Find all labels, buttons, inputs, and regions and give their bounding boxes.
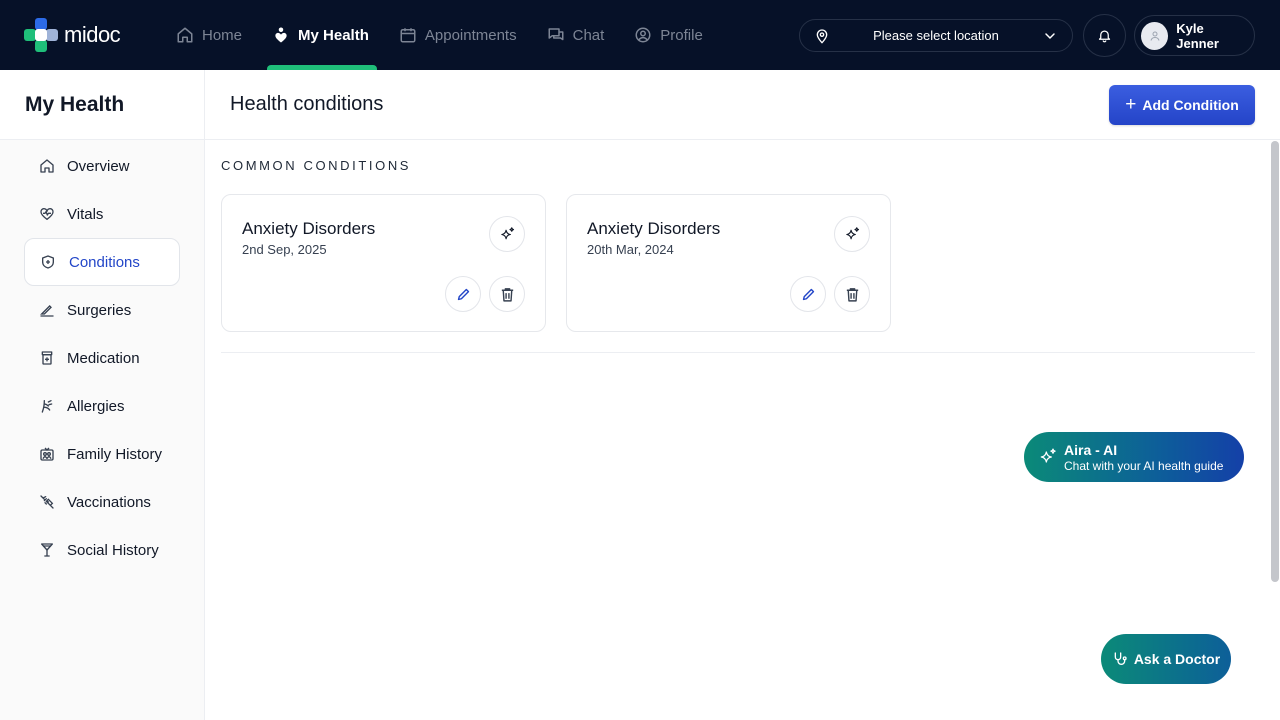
condition-card[interactable]: Anxiety Disorders 2nd Sep, 2025	[221, 194, 546, 332]
ask-doctor-label: Ask a Doctor	[1133, 651, 1221, 667]
pill-bottle-icon	[41, 351, 53, 365]
user-menu[interactable]: Kyle Jenner	[1134, 15, 1255, 56]
sparkles-icon	[500, 226, 514, 239]
nav-profile[interactable]: Profile	[634, 0, 703, 70]
sidebar-item-family-history[interactable]: Family History	[24, 430, 180, 478]
nav-appointments-label: Appointments	[424, 26, 517, 44]
chat-icon	[548, 28, 564, 41]
pencil-icon	[802, 288, 814, 300]
family-icon	[40, 447, 54, 461]
sidebar-item-allergies[interactable]: Allergies	[24, 382, 180, 430]
nav-home-label: Home	[202, 26, 243, 44]
sparkles-icon	[1040, 448, 1056, 463]
divider	[221, 352, 1255, 353]
sidebar-item-label: Family History	[67, 445, 163, 463]
logo-text: midoc	[64, 22, 121, 47]
sidebar: My Health Overview Vitals Conditions Sur…	[0, 70, 205, 720]
section-label: COMMON CONDITIONS	[221, 158, 412, 173]
condition-date: 2nd Sep, 2025	[242, 242, 327, 257]
add-condition-label: Add Condition	[1142, 97, 1239, 113]
allergy-icon	[41, 400, 53, 413]
logo-mark-icon	[24, 18, 58, 52]
sidebar-item-surgeries[interactable]: Surgeries	[24, 286, 180, 334]
shield-plus-icon	[42, 255, 54, 269]
location-select[interactable]: Please select location	[799, 19, 1073, 52]
sidebar-item-label: Vaccinations	[67, 493, 151, 511]
nav-my-health-label: My Health	[298, 26, 369, 44]
heart-person-icon	[275, 27, 287, 43]
syringe-icon	[40, 495, 54, 509]
plus-icon: +	[1125, 93, 1137, 115]
sidebar-item-vaccinations[interactable]: Vaccinations	[24, 478, 180, 526]
delete-button[interactable]	[489, 276, 525, 312]
notifications-button[interactable]	[1083, 14, 1126, 57]
trash-icon	[501, 287, 513, 302]
sidebar-item-medication[interactable]: Medication	[24, 334, 180, 382]
sidebar-item-label: Medication	[67, 349, 140, 367]
edit-button[interactable]	[790, 276, 826, 312]
chevron-down-icon	[1045, 32, 1055, 39]
top-navbar: midoc Home My Health Appointments Chat P…	[0, 0, 1280, 70]
nav-chat[interactable]: Chat	[547, 0, 605, 70]
map-pin-icon	[816, 28, 828, 44]
edit-button[interactable]	[445, 276, 481, 312]
sidebar-item-overview[interactable]: Overview	[24, 142, 180, 190]
aira-ai-button[interactable]: Aira - AI Chat with your AI health guide	[1024, 432, 1244, 482]
sidebar-item-label: Conditions	[69, 253, 140, 271]
user-name: Kyle Jenner	[1176, 20, 1219, 51]
cocktail-icon	[41, 543, 53, 557]
stethoscope-icon	[1114, 652, 1127, 665]
home-icon	[40, 159, 54, 173]
heart-pulse-icon	[40, 208, 54, 220]
ai-insights-button[interactable]	[834, 216, 870, 252]
calendar-icon	[400, 28, 416, 43]
aira-title: Aira - AI	[1064, 441, 1118, 458]
nav-chat-label: Chat	[572, 26, 605, 44]
trash-icon	[846, 287, 858, 302]
aira-text: Aira - AI Chat with your AI health guide	[1064, 442, 1223, 473]
delete-button[interactable]	[834, 276, 870, 312]
sidebar-item-social-history[interactable]: Social History	[24, 526, 180, 574]
sidebar-title: My Health	[0, 70, 204, 140]
sparkles-icon	[845, 226, 859, 239]
home-icon	[177, 27, 193, 43]
aira-subtitle: Chat with your AI health guide	[1064, 458, 1224, 473]
sidebar-item-vitals[interactable]: Vitals	[24, 190, 180, 238]
scrollbar[interactable]	[1271, 141, 1279, 582]
condition-name: Anxiety Disorders	[587, 219, 721, 238]
nav-home[interactable]: Home	[176, 0, 242, 70]
ai-insights-button[interactable]	[489, 216, 525, 252]
condition-name: Anxiety Disorders	[242, 219, 376, 238]
sidebar-item-label: Vitals	[67, 205, 104, 223]
page-title: Health conditions	[230, 93, 384, 115]
main-nav: Home My Health Appointments Chat Profile	[176, 0, 733, 70]
content-header: Health conditions + Add Condition	[205, 70, 1280, 140]
avatar	[1141, 21, 1169, 50]
ask-doctor-button[interactable]: Ask a Doctor	[1101, 634, 1231, 684]
sidebar-item-label: Overview	[67, 157, 130, 175]
location-placeholder: Please select location	[873, 28, 999, 43]
bell-icon	[1098, 30, 1111, 43]
sidebar-list: Overview Vitals Conditions Surgeries Med…	[0, 142, 204, 574]
midoc-logo[interactable]: midoc	[24, 18, 121, 52]
nav-my-health[interactable]: My Health	[267, 0, 377, 70]
condition-date: 20th Mar, 2024	[587, 242, 674, 257]
add-condition-button[interactable]: + Add Condition	[1109, 85, 1255, 125]
sidebar-item-label: Social History	[67, 541, 159, 559]
nav-appointments[interactable]: Appointments	[399, 0, 517, 70]
user-circle-icon	[635, 27, 651, 43]
nav-profile-label: Profile	[660, 26, 703, 44]
sidebar-item-label: Allergies	[67, 397, 125, 415]
sidebar-item-label: Surgeries	[67, 301, 132, 319]
user-icon	[1150, 31, 1160, 41]
condition-card[interactable]: Anxiety Disorders 20th Mar, 2024	[566, 194, 891, 332]
scalpel-icon	[40, 305, 54, 317]
sidebar-item-conditions[interactable]: Conditions	[24, 238, 180, 286]
pencil-icon	[457, 288, 469, 300]
